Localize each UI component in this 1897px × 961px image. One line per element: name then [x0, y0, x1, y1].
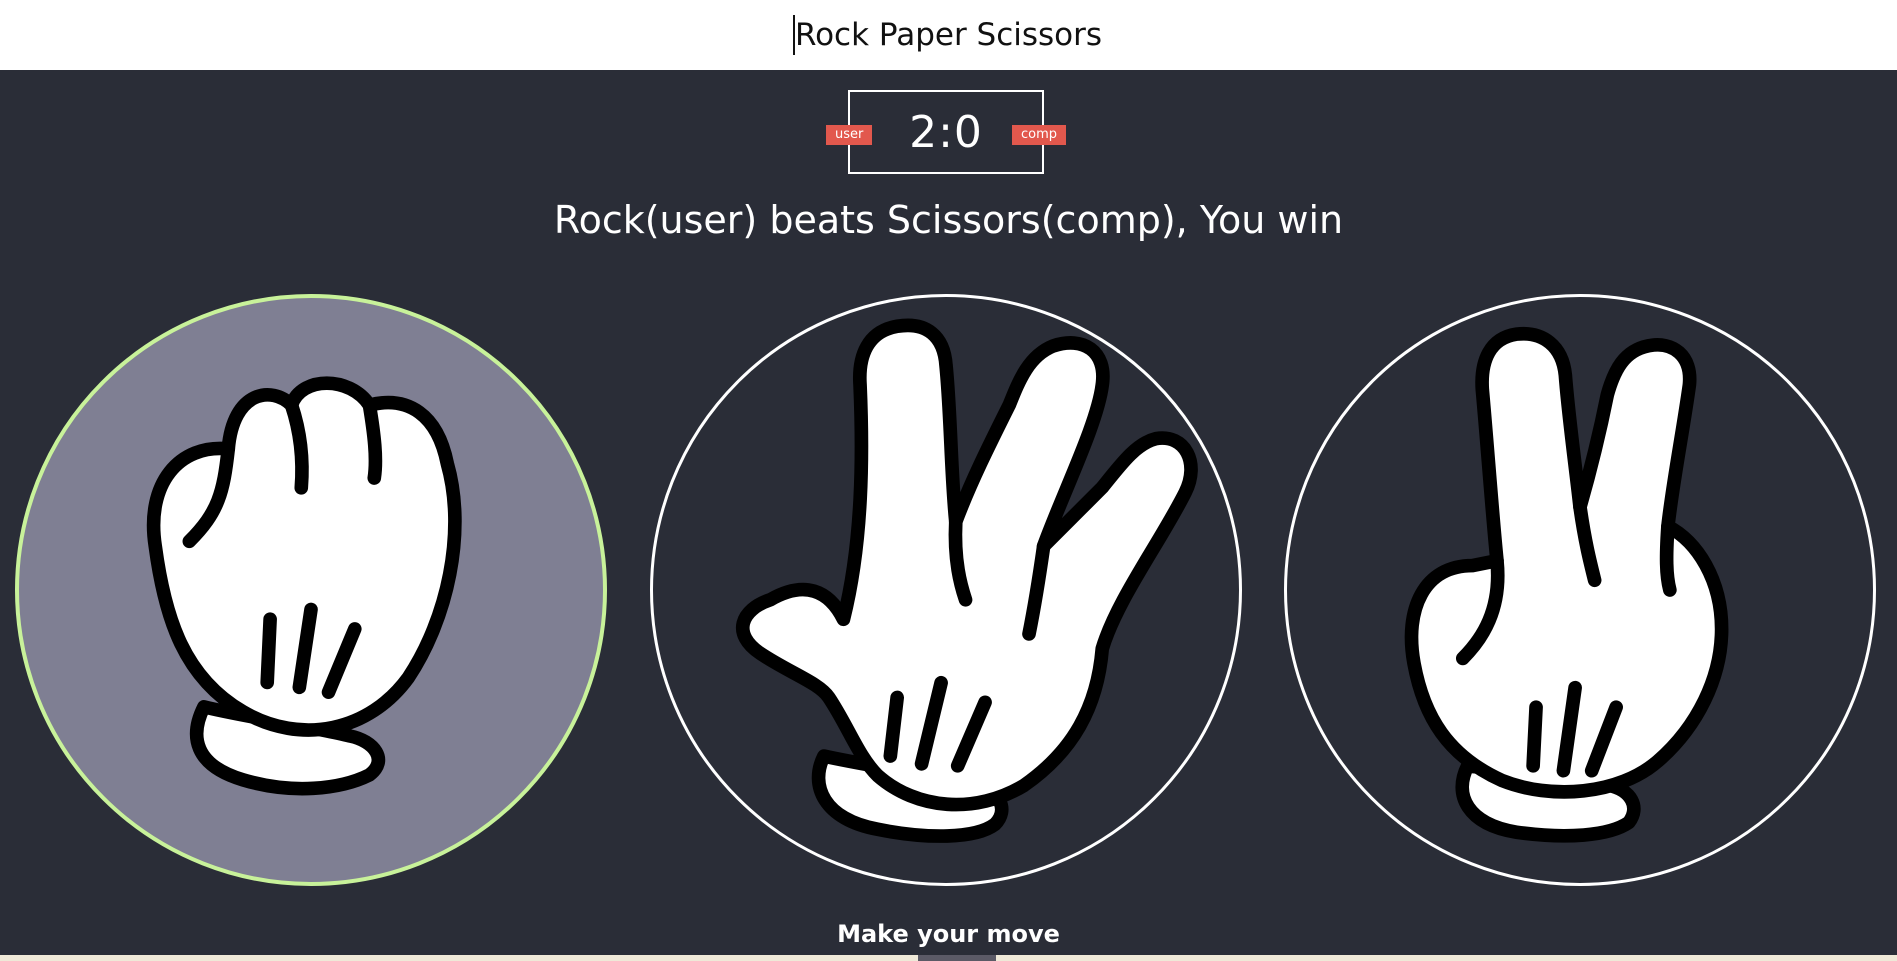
- choice-scissors[interactable]: [1284, 294, 1876, 886]
- bottom-indicator: [918, 955, 996, 961]
- scissors-hand-icon: [1404, 326, 1729, 843]
- game-area: user 2:0 comp Rock(user) beats Scissors(…: [0, 70, 1897, 955]
- rock-hand-icon: [146, 376, 462, 796]
- score-value: 2:0: [909, 106, 983, 158]
- paper-hand-icon: [735, 318, 1198, 843]
- bottom-strip: [0, 955, 1897, 961]
- comp-badge: comp: [1011, 125, 1066, 145]
- title-bar: Rock Paper Scissors: [0, 0, 1897, 70]
- choice-paper[interactable]: [650, 294, 1242, 886]
- result-message: Rock(user) beats Scissors(comp), You win: [553, 198, 1344, 242]
- user-badge: user: [826, 125, 873, 145]
- choice-rock[interactable]: [15, 294, 607, 886]
- page-title-text: Rock Paper Scissors: [794, 17, 1103, 53]
- scoreboard: user 2:0 comp: [826, 90, 1066, 174]
- move-prompt: Make your move: [837, 920, 1060, 948]
- text-cursor: [792, 15, 795, 55]
- page-title: Rock Paper Scissors: [792, 15, 1103, 55]
